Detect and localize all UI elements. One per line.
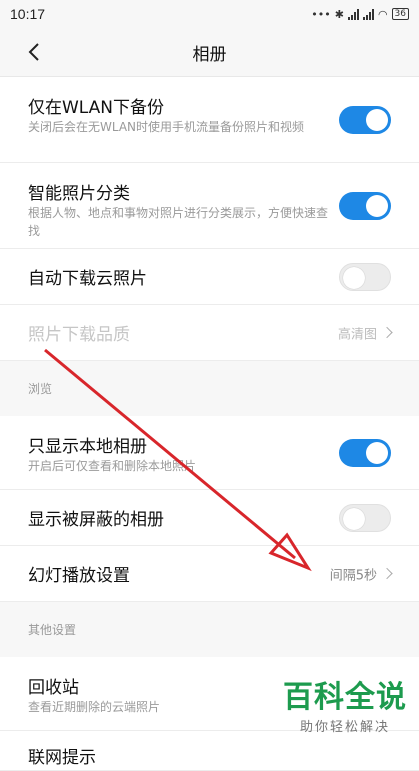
setting-label: 照片下载品质 — [28, 325, 130, 345]
setting-download-quality[interactable]: 照片下载品质 高清图 — [0, 305, 419, 361]
setting-network-prompt[interactable]: 联网提示 — [0, 731, 419, 771]
download-quality-value: 高清图 — [338, 323, 393, 342]
bluetooth-icon: ✱ — [334, 7, 344, 21]
back-button[interactable] — [22, 38, 46, 66]
setting-desc: 关闭后会在无WLAN时使用手机流量备份照片和视频 — [28, 120, 305, 134]
setting-desc: 根据人物、地点和事物对照片进行分类展示，方便快速查找 — [28, 206, 329, 238]
setting-local-only[interactable]: 只显示本地相册 开启后可仅查看和删除本地照片 — [0, 416, 419, 490]
setting-label: 幻灯播放设置 — [28, 566, 130, 586]
page-title: 相册 — [192, 44, 227, 65]
auto-download-toggle[interactable] — [339, 262, 391, 291]
setting-auto-download[interactable]: 自动下载云照片 — [0, 249, 419, 305]
backup-settings-section: 仅在WLAN下备份 关闭后会在无WLAN时使用手机流量备份照片和视频 智能照片分… — [0, 77, 419, 361]
watermark-main: 百科全说 — [283, 680, 407, 715]
watermark-logo: 百科全说 助你轻松解决 — [283, 672, 407, 735]
app-header: 相册 — [0, 28, 419, 77]
status-icons: ••• ✱ ◠ 36 — [311, 8, 409, 21]
local-only-toggle[interactable] — [339, 438, 391, 467]
setting-slideshow[interactable]: 幻灯播放设置 间隔5秒 — [0, 546, 419, 602]
status-time: 10:17 — [10, 6, 46, 22]
show-hidden-toggle[interactable] — [339, 503, 391, 532]
other-heading: 其他设置 — [0, 602, 419, 657]
watermark-sub: 助你轻松解决 — [299, 720, 390, 735]
browse-section: 只显示本地相册 开启后可仅查看和删除本地照片 显示被屏蔽的相册 幻灯播放设置 间… — [0, 416, 419, 602]
status-bar: 10:17 ••• ✱ ◠ 36 — [0, 0, 419, 28]
setting-wlan-backup[interactable]: 仅在WLAN下备份 关闭后会在无WLAN时使用手机流量备份照片和视频 — [0, 77, 419, 163]
slideshow-value: 间隔5秒 — [330, 564, 393, 583]
signal-icon-2 — [362, 8, 374, 20]
battery-icon: 36 — [391, 8, 409, 20]
browse-heading: 浏览 — [0, 361, 419, 416]
back-arrow-icon — [28, 43, 39, 61]
chevron-right-icon — [381, 567, 393, 580]
setting-label: 自动下载云照片 — [28, 269, 147, 289]
smart-classify-toggle[interactable] — [339, 191, 391, 220]
setting-label: 只显示本地相册 — [28, 437, 147, 457]
wlan-backup-toggle[interactable] — [339, 105, 391, 134]
setting-desc: 开启后可仅查看和删除本地照片 — [28, 459, 197, 473]
chevron-right-icon — [381, 326, 393, 339]
notification-dots: ••• — [311, 7, 331, 21]
setting-show-hidden[interactable]: 显示被屏蔽的相册 — [0, 490, 419, 546]
wifi-icon: ◠ — [377, 7, 388, 21]
setting-smart-classify[interactable]: 智能照片分类 根据人物、地点和事物对照片进行分类展示，方便快速查找 — [0, 163, 419, 249]
setting-label: 联网提示 — [28, 748, 96, 768]
signal-icon — [347, 8, 359, 20]
setting-label: 显示被屏蔽的相册 — [28, 510, 164, 530]
setting-label: 智能照片分类 — [28, 184, 130, 204]
setting-label: 仅在WLAN下备份 — [28, 98, 165, 118]
